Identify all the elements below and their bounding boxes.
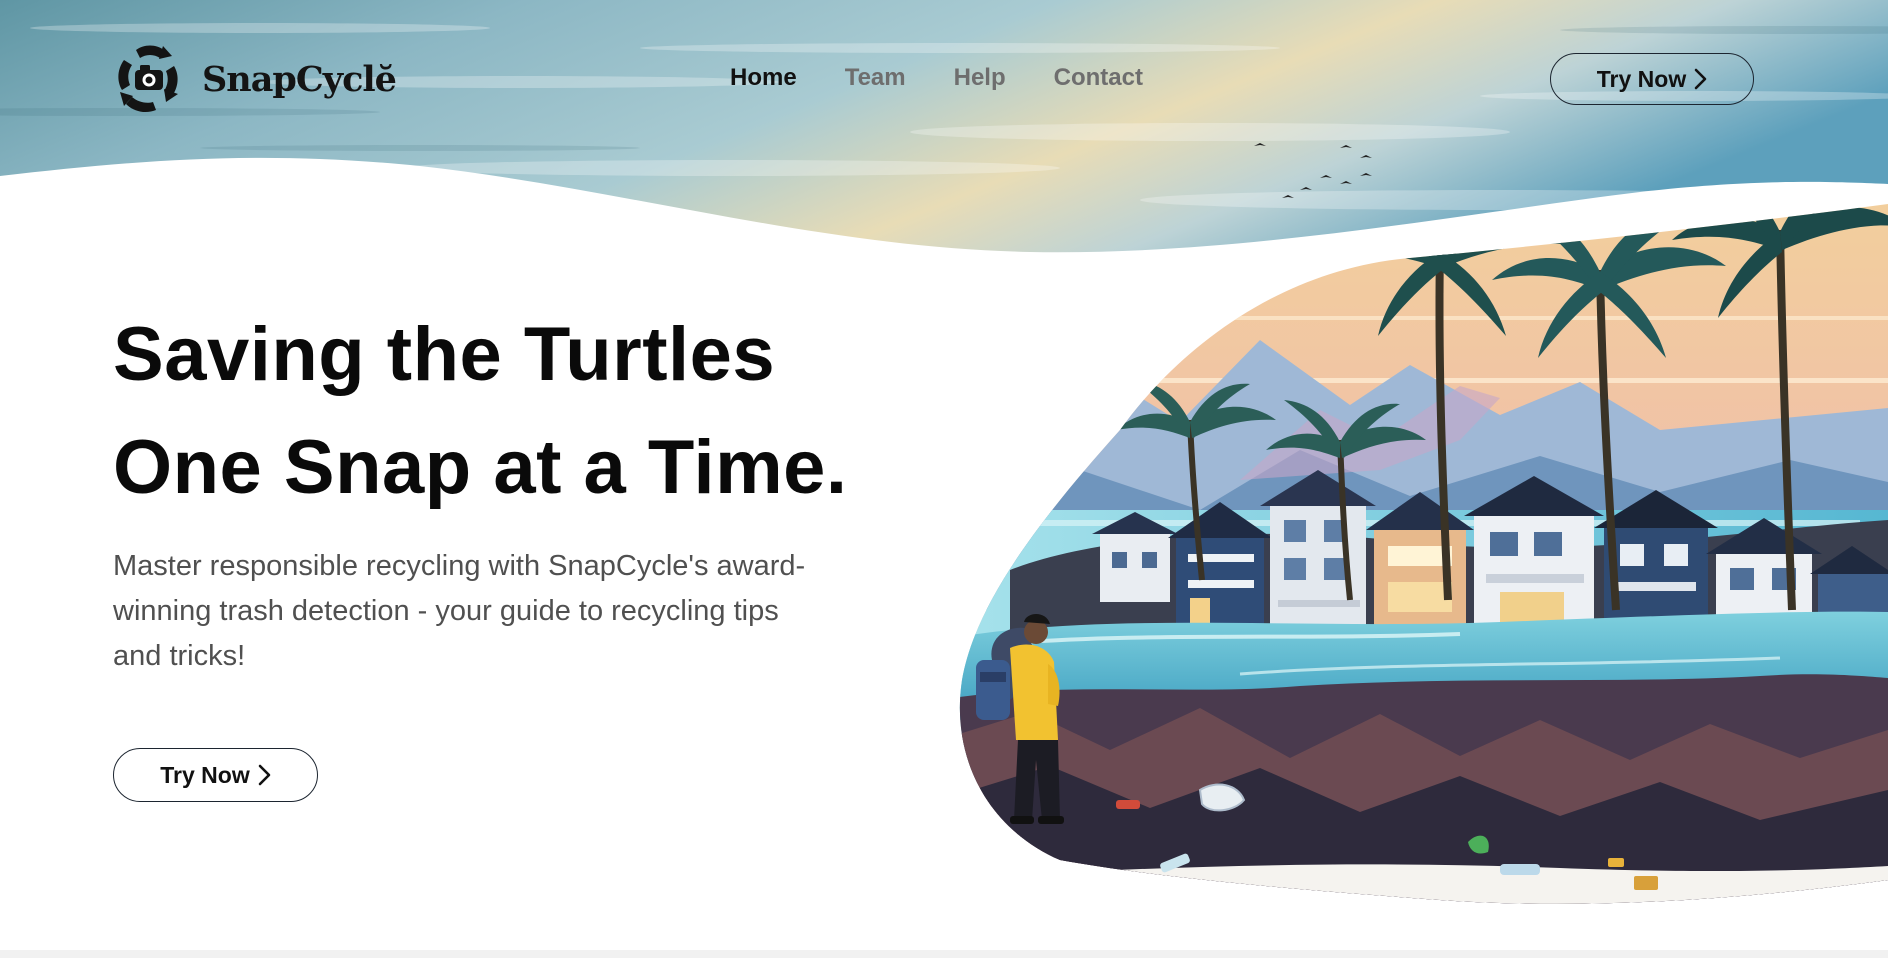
brand-name: SnapCyclĕ [202, 58, 397, 100]
header-try-now-label: Try Now [1596, 65, 1687, 92]
chevron-right-icon [258, 764, 271, 786]
site-header: SnapCyclĕ Home Team Help Contact Try Now [0, 0, 1888, 160]
main-nav: Home Team Help Contact [730, 64, 1143, 92]
nav-contact-link[interactable]: Contact [1054, 64, 1143, 92]
hero-subtitle: Master responsible recycling with SnapCy… [113, 550, 806, 672]
hero-title-line1: Saving the Turtles [113, 312, 776, 397]
hero-try-now-button[interactable]: Try Now [113, 748, 318, 802]
page-bottom-divider [0, 950, 1888, 958]
header-try-now-button[interactable]: Try Now [1550, 53, 1754, 105]
nav-team-link[interactable]: Team [845, 64, 906, 92]
hero-illustration [959, 143, 1888, 904]
hero-title-line2: One Snap at a Time. [113, 425, 848, 510]
hero-try-now-label: Try Now [160, 761, 250, 788]
hero-section: Saving the Turtles One Snap at a Time. M… [113, 298, 973, 679]
nav-help-link[interactable]: Help [954, 64, 1006, 92]
landing-page: SnapCyclĕ Home Team Help Contact Try Now… [0, 0, 1888, 958]
nav-home-link[interactable]: Home [730, 64, 797, 92]
hero-title: Saving the Turtles One Snap at a Time. [113, 298, 973, 524]
chevron-right-icon [1694, 68, 1707, 90]
brand-logo[interactable]: SnapCyclĕ [116, 44, 397, 114]
recycle-camera-icon [118, 45, 178, 112]
